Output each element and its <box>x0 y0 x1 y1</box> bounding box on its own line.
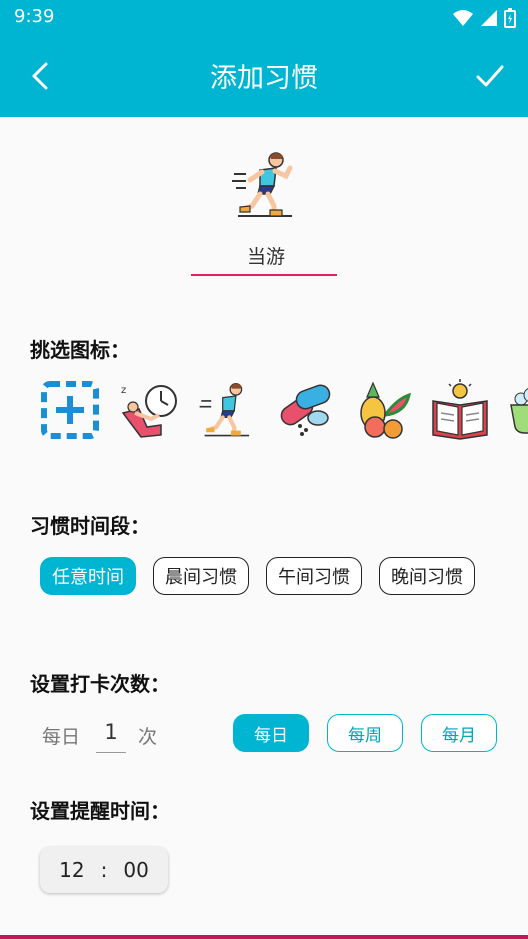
period-weekly-button[interactable]: 每周 <box>327 714 403 752</box>
signal-icon <box>481 10 497 26</box>
add-custom-icon <box>41 381 99 439</box>
selected-running-icon[interactable] <box>230 150 298 220</box>
habit-name-field[interactable] <box>191 236 341 276</box>
icon-option-running[interactable] <box>194 378 258 442</box>
count-suffix: 次 <box>138 726 158 748</box>
count-prefix: 每日 <box>42 726 81 748</box>
reminder-separator: : <box>100 858 108 882</box>
icon-option-book[interactable] <box>428 378 492 442</box>
chip-anytime[interactable]: 任意时间 <box>40 557 136 595</box>
running-icon <box>199 383 250 437</box>
battery-icon <box>504 8 516 28</box>
relax-clock-icon: z <box>121 385 177 438</box>
period-daily-button[interactable]: 每日 <box>233 714 309 752</box>
time-period-title: 习惯时间段： <box>30 514 150 538</box>
reminder-time-picker[interactable]: 12 : 00 <box>40 847 168 893</box>
bathtub-icon <box>510 388 528 434</box>
icon-option-bath[interactable] <box>506 378 528 442</box>
status-time: 9:39 <box>14 6 55 27</box>
page-title: 添加习惯 <box>210 63 318 94</box>
wifi-icon <box>453 10 473 26</box>
book-idea-icon <box>432 379 488 440</box>
icon-section-title: 挑选图标： <box>30 338 130 362</box>
pills-icon <box>280 384 331 436</box>
icon-option-relax[interactable]: z <box>116 378 180 442</box>
habit-name-input[interactable] <box>191 236 341 274</box>
app-bar: 添加习惯 <box>0 36 528 117</box>
chip-noon[interactable]: 午间习惯 <box>266 557 362 595</box>
status-bar: 9:39 <box>0 0 528 36</box>
icon-picker: z <box>38 378 528 444</box>
reminder-hour: 12 <box>59 858 85 882</box>
bottom-edge <box>0 935 528 939</box>
icon-option-add[interactable] <box>38 378 102 442</box>
check-icon[interactable] <box>472 58 508 94</box>
icon-option-fruits[interactable] <box>350 378 414 442</box>
reminder-minute: 00 <box>123 858 149 882</box>
time-period-chips: 任意时间 晨间习惯 午间习惯 晚间习惯 <box>40 557 475 595</box>
checkin-title: 设置打卡次数： <box>30 672 170 696</box>
chip-morning[interactable]: 晨间习惯 <box>153 557 249 595</box>
period-monthly-button[interactable]: 每月 <box>421 714 497 752</box>
fruits-icon <box>360 381 412 439</box>
checkin-count-row: 每日 1 次 每日 每周 每月 <box>42 714 512 754</box>
chip-evening[interactable]: 晚间习惯 <box>379 557 475 595</box>
svg-text:z: z <box>121 385 126 396</box>
reminder-title: 设置提醒时间： <box>30 799 170 823</box>
icon-option-pills[interactable] <box>272 378 336 442</box>
count-input[interactable]: 1 <box>96 714 126 753</box>
